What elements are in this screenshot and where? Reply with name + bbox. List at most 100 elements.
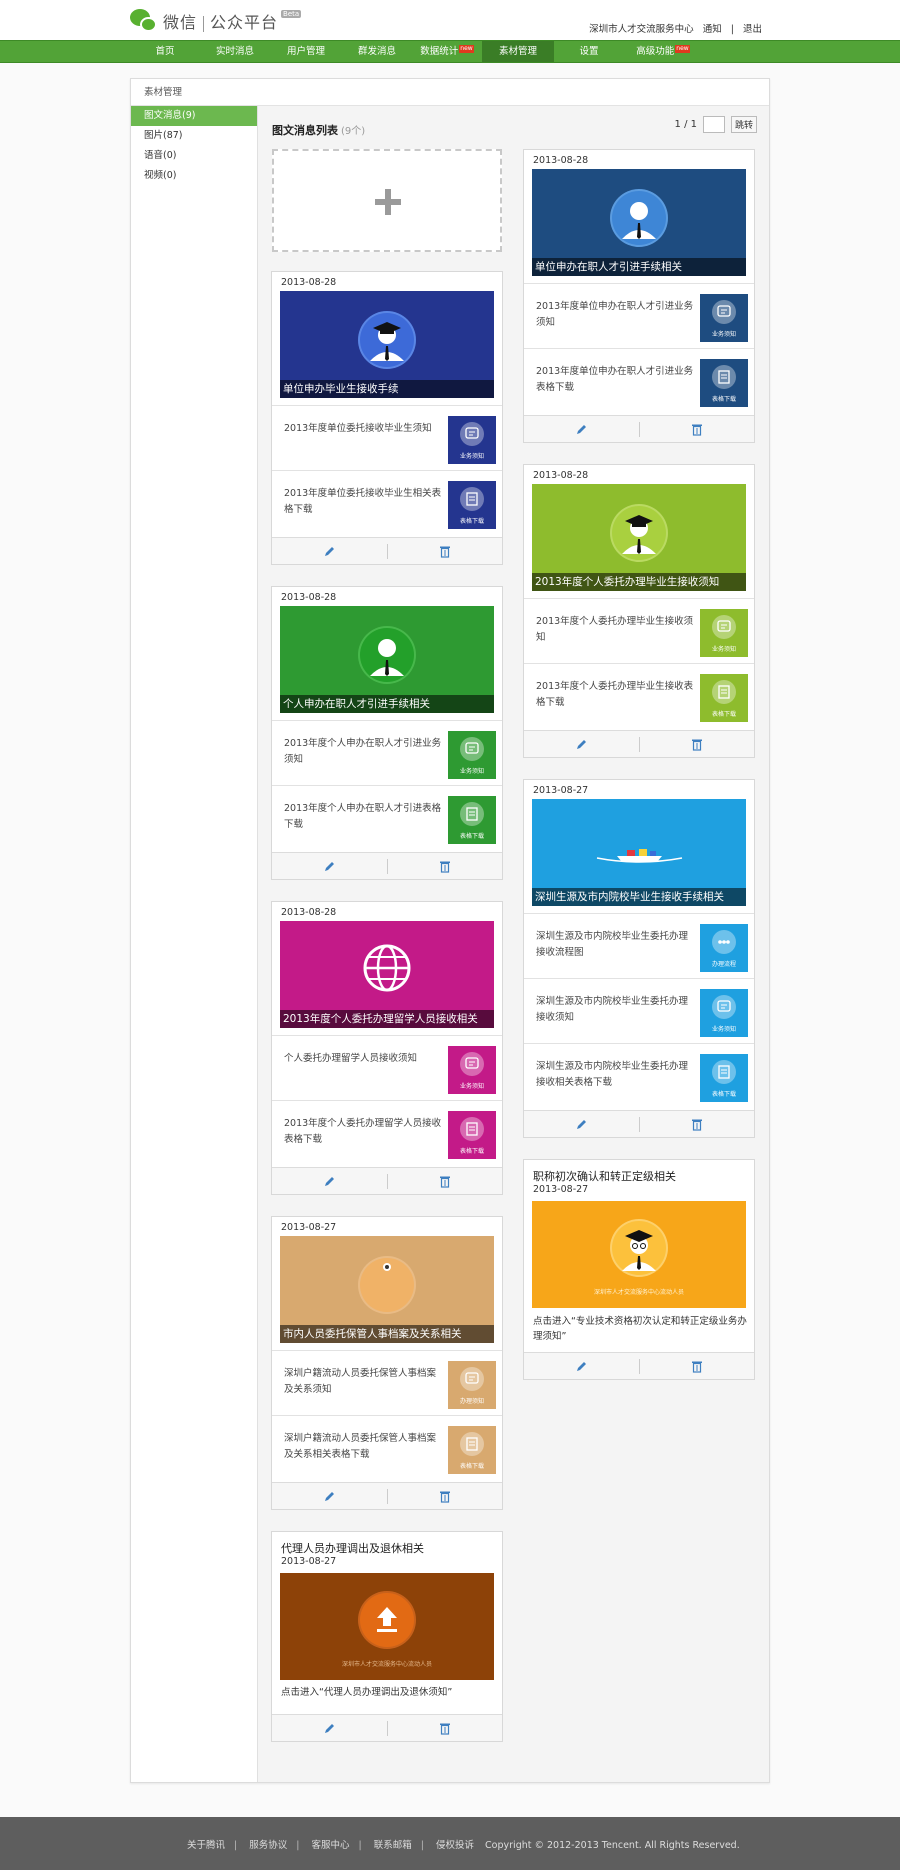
thumb-label: 表格下载 [711,711,736,718]
sidebar-item-news[interactable]: 图文消息(9) [131,106,257,126]
footer-separator: | [420,1840,424,1851]
page-input[interactable] [702,116,725,133]
card-cover[interactable]: 个人申办在职人才引进手续相关 [280,606,494,713]
header: 微信 公众平台 Beta 深圳市人才交流服务中心 通知 | 退出 [0,0,900,40]
notify-link[interactable]: 通知 [703,24,722,35]
form-thumb-icon: 表格下载 [448,796,496,844]
news-list-area: 图文消息列表 (9个) 1 / 1 跳转 2013-08-28 单位申办毕业生接收… [258,106,769,1782]
footer-separator: | [234,1840,238,1851]
footer-link-terms[interactable]: 服务协议 [249,1840,287,1851]
sub-item[interactable]: 2013年度个人申办在职人才引进表格下载 表格下载 [272,785,502,850]
nav-item-settings[interactable]: 设置 [554,41,624,62]
edit-pencil-icon[interactable] [323,860,336,876]
header-account-links: 深圳市人才交流服务中心 通知 | 退出 [586,21,765,35]
card-cover[interactable]: 市内人员委托保管人事档案及关系相关 [280,1236,494,1343]
logo[interactable]: 微信 公众平台 Beta [130,9,302,33]
sub-item[interactable]: 2013年度单位委托接收毕业生相关表格下载 表格下载 [272,470,502,535]
sub-item[interactable]: 深圳生源及市内院校毕业生委托办理接收流程图 办理流程 [524,913,754,978]
edit-pencil-icon[interactable] [323,1722,336,1738]
cover-title: 市内人员委托保管人事档案及关系相关 [280,1325,494,1343]
nav-item-materials[interactable]: 素材管理 [482,41,554,62]
thumb-label: 办理须知 [459,1398,484,1405]
add-news-card[interactable] [272,149,502,252]
card-date: 2013-08-27 [281,1556,337,1567]
sub-item[interactable]: 个人委托办理留学人员接收须知 业务须知 [272,1035,502,1100]
sub-item[interactable]: 2013年度个人委托办理毕业生接收须知 业务须知 [524,598,754,663]
card-title[interactable]: 职称初次确认和转正定级相关 [533,1168,676,1184]
card-cover[interactable]: 深圳市人才交流服务中心流动人员 [280,1573,494,1680]
sub-item[interactable]: 2013年度个人委托办理留学人员接收表格下载 表格下载 [272,1100,502,1165]
card-cover[interactable]: 2013年度个人委托办理毕业生接收须知 [532,484,746,591]
nav-item-statistics[interactable]: 数据统计 new [412,41,482,62]
sub-item[interactable]: 2013年度个人委托办理毕业生接收表格下载 表格下载 [524,663,754,728]
card-cover[interactable]: 单位申办在职人才引进手续相关 [532,169,746,276]
sub-item-title: 2013年度个人委托办理毕业生接收表格下载 [536,681,694,708]
delete-trash-icon[interactable] [691,1360,703,1376]
footer-link-report[interactable]: 侵权投诉 [436,1840,474,1851]
nav-item-advanced[interactable]: 高级功能 new [624,41,702,62]
sidebar-item-voice[interactable]: 语音(0) [131,146,257,166]
sub-item[interactable]: 2013年度单位申办在职人才引进业务须知 业务须知 [524,283,754,348]
sub-item[interactable]: 深圳生源及市内院校毕业生委托办理接收须知 业务须知 [524,978,754,1043]
nav-item-home[interactable]: 首页 [130,41,200,62]
sub-item-title: 2013年度个人委托办理毕业生接收须知 [536,616,694,643]
sidebar-item-images[interactable]: 图片(87) [131,126,257,146]
notice-thumb-icon: 业务须知 [448,731,496,779]
logout-link[interactable]: 退出 [743,24,762,35]
card-description: 点击进入“专业技术资格初次认定和转正定级业务办理须知” [533,1316,747,1342]
new-badge: new [675,45,690,53]
sub-item-title: 2013年度单位委托接收毕业生须知 [284,423,432,434]
edit-pencil-icon[interactable] [575,1360,588,1376]
delete-trash-icon[interactable] [439,545,451,561]
edit-pencil-icon[interactable] [323,1175,336,1191]
nav-item-broadcast[interactable]: 群发消息 [342,41,412,62]
delete-trash-icon[interactable] [439,860,451,876]
cover-title: 2013年度个人委托办理毕业生接收须知 [532,573,746,591]
sub-item[interactable]: 2013年度单位申办在职人才引进业务表格下载 表格下载 [524,348,754,413]
main-nav: 首页 实时消息 用户管理 群发消息 数据统计 new 素材管理 设置 高级功能 ne… [0,40,900,63]
edit-pencil-icon[interactable] [323,545,336,561]
news-card: 2013-08-28 2013年度个人委托办理留学人员接收相关 个人委托办理留学… [271,901,503,1195]
sub-item[interactable]: 2013年度个人申办在职人才引进业务须知 业务须知 [272,720,502,785]
scholar-avatar-icon [612,1221,666,1275]
card-cover[interactable]: 2013年度个人委托办理留学人员接收相关 [280,921,494,1028]
edit-pencil-icon[interactable] [575,423,588,439]
news-card: 2013-08-28 个人申办在职人才引进手续相关 2013年度个人申办在职人才… [271,586,503,880]
footer-link-support[interactable]: 客服中心 [312,1840,350,1851]
edit-pencil-icon[interactable] [575,738,588,754]
person-avatar-icon [360,628,414,682]
footer-separator: | [358,1840,362,1851]
sub-item[interactable]: 深圳户籍流动人员委托保管人事档案及关系相关表格下载 表格下载 [272,1415,502,1480]
delete-trash-icon[interactable] [439,1490,451,1506]
news-card-single: 职称初次确认和转正定级相关 2013-08-27 深圳市人才交流服务中心流动人员… [523,1159,755,1380]
delete-trash-icon[interactable] [691,1118,703,1134]
nav-item-realtime[interactable]: 实时消息 [200,41,270,62]
card-date: 2013-08-28 [281,592,337,603]
footer-link-about[interactable]: 关于腾讯 [187,1840,225,1851]
jump-button[interactable]: 跳转 [730,116,757,133]
edit-pencil-icon[interactable] [323,1490,336,1506]
thumb-label: 表格下载 [459,1463,484,1470]
card-title[interactable]: 代理人员办理调出及退休相关 [281,1540,424,1556]
edit-pencil-icon[interactable] [575,1118,588,1134]
card-date: 2013-08-27 [533,1184,589,1195]
card-cover[interactable]: 深圳生源及市内院校毕业生接收手续相关 [532,799,746,906]
card-cover[interactable]: 单位申办毕业生接收手续 [280,291,494,398]
delete-trash-icon[interactable] [439,1175,451,1191]
nav-item-users[interactable]: 用户管理 [270,41,342,62]
page-indicator: 1 / 1 [674,119,697,130]
sub-item[interactable]: 深圳生源及市内院校毕业生委托办理接收相关表格下载 表格下载 [524,1043,754,1108]
sub-item[interactable]: 深圳户籍流动人员委托保管人事档案及关系须知 办理须知 [272,1350,502,1415]
sub-item[interactable]: 2013年度单位委托接收毕业生须知 业务须知 [272,405,502,470]
account-name[interactable]: 深圳市人才交流服务中心 [589,24,694,35]
card-cover[interactable]: 深圳市人才交流服务中心流动人员 [532,1201,746,1308]
footer-link-email[interactable]: 联系邮箱 [374,1840,412,1851]
delete-trash-icon[interactable] [439,1722,451,1738]
sub-item-title: 2013年度个人申办在职人才引进表格下载 [284,803,442,830]
sidebar-item-video[interactable]: 视频(0) [131,166,257,186]
cover-title: 深圳生源及市内院校毕业生接收手续相关 [532,888,746,906]
card-date: 2013-08-28 [281,907,337,918]
delete-trash-icon[interactable] [691,423,703,439]
notice-thumb-icon: 办理须知 [448,1361,496,1409]
delete-trash-icon[interactable] [691,738,703,754]
